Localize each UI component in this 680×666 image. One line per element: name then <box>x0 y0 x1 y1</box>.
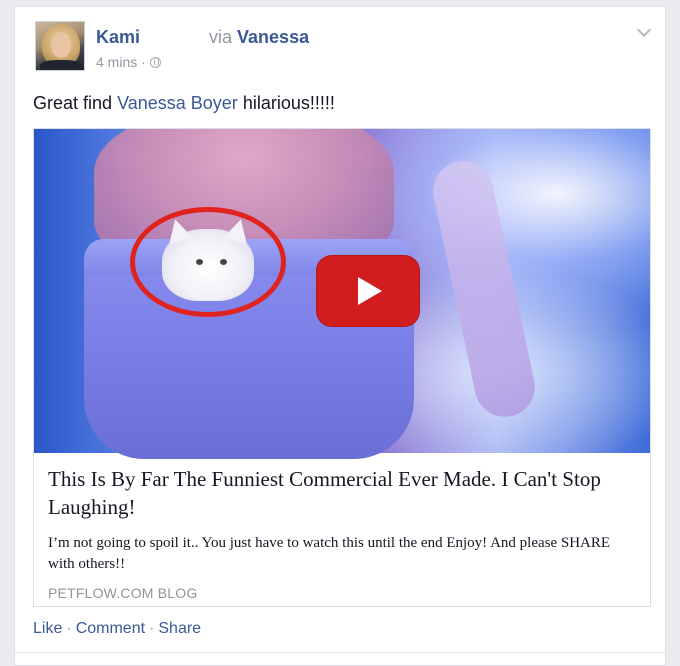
action-separator: · <box>149 620 155 637</box>
link-attachment[interactable]: This Is By Far The Funniest Commercial E… <box>33 128 651 607</box>
post-time[interactable]: 4 mins · <box>96 54 146 70</box>
comment-link[interactable]: Comment <box>76 620 145 638</box>
video-thumbnail[interactable] <box>34 129 650 459</box>
attachment-title[interactable]: This Is By Far The Funniest Commercial E… <box>48 465 638 521</box>
avatar-face <box>51 32 71 58</box>
avatar[interactable] <box>35 21 85 71</box>
via-attribution: via Vanessa <box>209 27 309 48</box>
divider <box>15 652 665 653</box>
author-name[interactable]: Kami <box>96 27 140 48</box>
via-name[interactable]: Vanessa <box>237 27 309 47</box>
avatar-body <box>40 60 82 70</box>
message-mention[interactable]: Vanessa Boyer <box>117 93 238 113</box>
via-prefix: via <box>209 27 233 47</box>
attachment-source: PETFLOW.COM BLOG <box>48 585 198 601</box>
message-text-before: Great find <box>33 93 113 113</box>
message-text-after: hilarious!!!!! <box>242 93 335 113</box>
action-separator: · <box>66 620 72 637</box>
post-actions: Like · Comment · Share <box>33 620 201 638</box>
post-message: Great find Vanessa Boyer hilarious!!!!! <box>33 93 335 114</box>
attachment-info: This Is By Far The Funniest Commercial E… <box>48 465 638 601</box>
attachment-description: I’m not going to spoil it.. You just hav… <box>48 535 611 572</box>
thumbnail-arm <box>427 155 541 423</box>
post-card: Kami via Vanessa 4 mins · Great find Van… <box>14 6 666 666</box>
chevron-down-icon[interactable] <box>636 22 652 38</box>
post-meta: 4 mins · <box>96 54 161 70</box>
like-link[interactable]: Like <box>33 620 62 638</box>
play-button-icon[interactable] <box>316 255 420 327</box>
highlight-circle <box>130 207 286 317</box>
globe-icon <box>149 56 161 68</box>
share-link[interactable]: Share <box>158 620 201 638</box>
